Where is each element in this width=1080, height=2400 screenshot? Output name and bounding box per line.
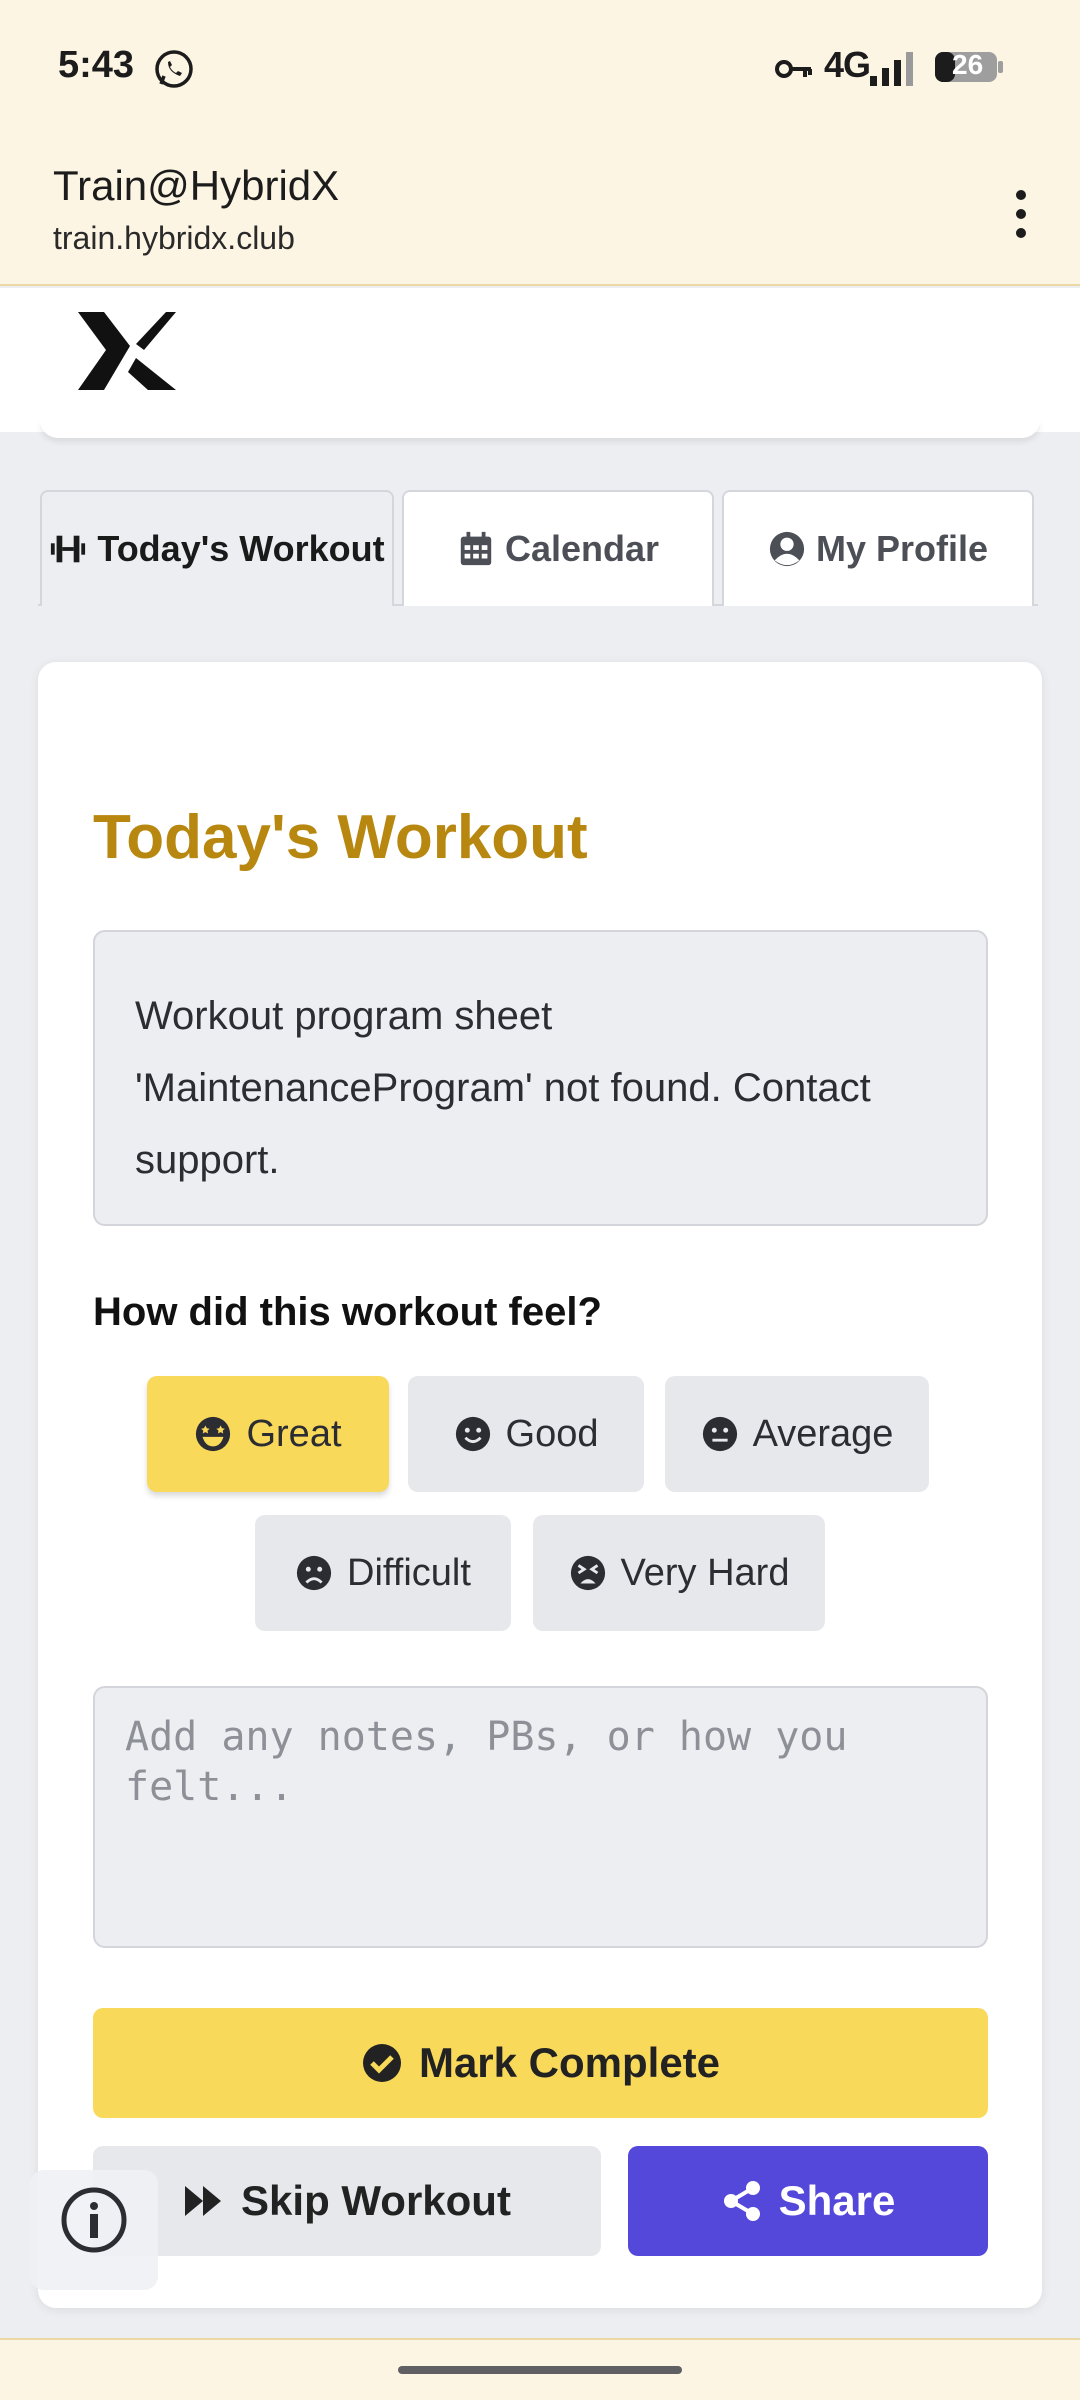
network-type: 4G bbox=[824, 44, 871, 85]
calendar-icon bbox=[460, 531, 492, 566]
dumbbell-icon bbox=[51, 535, 86, 563]
mood-label: Great bbox=[246, 1412, 342, 1455]
mood-difficult-button[interactable]: Difficult bbox=[255, 1515, 511, 1631]
page-title: Today's Workout bbox=[93, 803, 588, 872]
check-circle-icon bbox=[362, 2044, 401, 2082]
share-icon bbox=[723, 2181, 760, 2221]
tired-icon bbox=[570, 1555, 605, 1591]
mood-great-button[interactable]: Great bbox=[147, 1376, 389, 1492]
info-icon bbox=[61, 2187, 127, 2253]
more-vert-icon[interactable] bbox=[1000, 184, 1044, 244]
hybridx-logo[interactable] bbox=[78, 312, 176, 390]
frown-icon bbox=[296, 1555, 332, 1591]
smile-icon bbox=[455, 1416, 490, 1452]
mood-label: Very Hard bbox=[620, 1551, 790, 1594]
skip-workout-button[interactable]: Skip Workout bbox=[93, 2146, 601, 2256]
browser-header: Train@HybridX train.hybridx.club bbox=[0, 136, 1080, 286]
vpn-key-icon bbox=[775, 60, 812, 78]
mood-very-hard-button[interactable]: Very Hard bbox=[533, 1515, 825, 1631]
workout-message: Workout program sheet 'MaintenanceProgra… bbox=[93, 930, 988, 1226]
grin-stars-icon bbox=[196, 1416, 231, 1452]
tab-my-profile[interactable]: My Profile bbox=[722, 490, 1034, 606]
status-time: 5:43 bbox=[58, 44, 135, 86]
home-indicator[interactable] bbox=[398, 2366, 682, 2374]
feel-question: How did this workout feel? bbox=[93, 1290, 602, 1334]
mark-complete-button[interactable]: Mark Complete bbox=[93, 2008, 988, 2118]
browser-page-title: Train@HybridX bbox=[53, 162, 340, 209]
share-button[interactable]: Share bbox=[628, 2146, 988, 2256]
mood-label: Average bbox=[752, 1412, 894, 1455]
mood-label: Difficult bbox=[347, 1551, 471, 1594]
mood-good-button[interactable]: Good bbox=[408, 1376, 644, 1492]
share-label: Share bbox=[778, 2177, 896, 2224]
tab-label: Today's Workout bbox=[97, 528, 385, 569]
fast-forward-icon bbox=[185, 2186, 222, 2216]
mood-label: Good bbox=[505, 1412, 599, 1455]
tab-calendar[interactable]: Calendar bbox=[402, 490, 714, 606]
meh-icon bbox=[702, 1416, 737, 1452]
tab-todays-workout[interactable]: Today's Workout bbox=[40, 490, 394, 606]
mark-complete-label: Mark Complete bbox=[418, 2039, 721, 2086]
whatsapp-icon bbox=[155, 50, 193, 88]
mood-average-button[interactable]: Average bbox=[665, 1376, 929, 1492]
signal-icon bbox=[870, 52, 913, 86]
tab-label: Calendar bbox=[504, 528, 660, 569]
tab-label: My Profile bbox=[815, 528, 989, 569]
user-circle-icon bbox=[769, 531, 805, 567]
notes-textarea[interactable] bbox=[93, 1686, 988, 1948]
site-header-shadow bbox=[40, 420, 1040, 438]
battery-level: 26 bbox=[952, 49, 984, 80]
browser-url[interactable]: train.hybridx.club bbox=[53, 220, 295, 257]
info-button[interactable] bbox=[30, 2170, 158, 2290]
skip-workout-label: Skip Workout bbox=[241, 2177, 511, 2224]
